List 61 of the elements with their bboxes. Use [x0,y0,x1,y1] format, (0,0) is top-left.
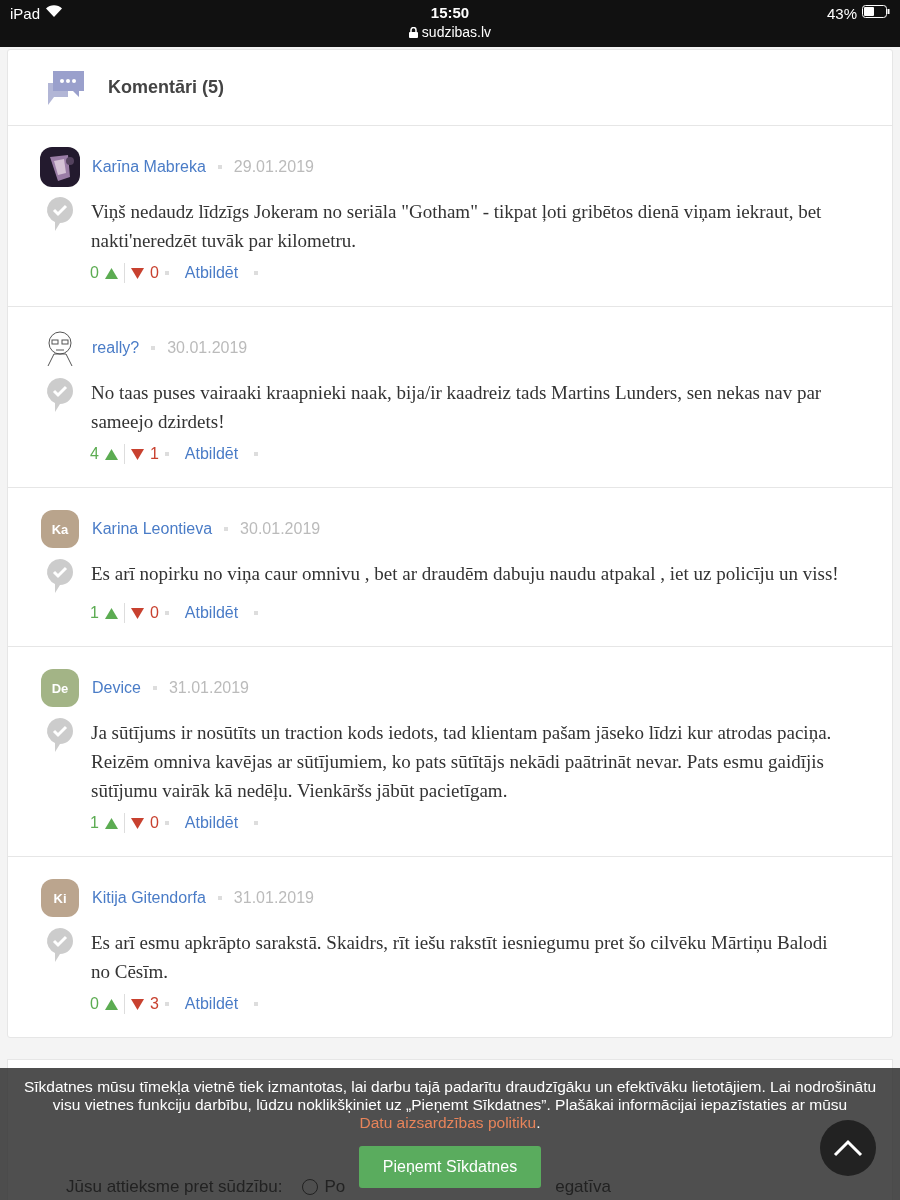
comments-title: Komentāri (5) [108,77,224,98]
upvote-count[interactable]: 0 [90,264,99,282]
upvote-count[interactable]: 1 [90,814,99,832]
down-arrow-icon[interactable] [130,448,144,460]
comment-date: 30.01.2019 [240,520,321,538]
reply-link[interactable]: Atbildēt [184,445,239,463]
up-arrow-icon[interactable] [104,817,118,829]
check-bubble-icon [45,197,75,233]
author-link[interactable]: really? [92,339,140,357]
battery-percent: 43% [826,5,857,22]
author-link[interactable]: Kitija Gitendorfa [92,889,206,907]
comment-text: Viņš nedaudz līdzīgs Jokeram no seriāla "Gotham" - tikpat ļoti gribētos dienā viņam iekraut, bet nakti'neredzēt tuvāk par kilometru. [91,200,823,253]
downvote-count[interactable]: 1 [149,445,159,463]
upvote-count[interactable]: 4 [90,445,99,463]
comment-date: 30.01.2019 [167,339,248,357]
accept-cookies-button[interactable]: Pieņemt Sīkdatnes [358,1146,542,1188]
comment-text: Es arī esmu apkrāpto sarakstā. Skaidrs, rīt iešu rakstīt iesniegumu pret šo cilvēku Mārtiņu Balodi no Cēsīm. [91,931,829,984]
down-arrow-icon[interactable] [130,817,144,829]
down-arrow-icon[interactable] [130,267,144,279]
check-bubble-icon [45,718,75,754]
comment-date: 31.01.2019 [168,679,249,697]
cookie-notice: Sīkdatnes mūsu tīmekļa vietnē tiek izmantotas, lai darbu tajā padarītu draudzīgāku un efektīvāku lietotājiem. Lai nodrošinātu visu vietnes funkciju darbību, lūdzu noklikšķiniet uz „Pieņemt Sīkdatnes”. Plašākai informācijai iepazīstaties ar mūsu Datu aizsardzības politiku. [22,1078,878,1132]
comment-text: Es arī nopirku no viņa caur omnivu , bet ar draudēm dabuju naudu atpakal , iet uz policīju un viss! [91,562,840,586]
avatar: Ka [41,510,79,548]
device-name: iPad [10,5,41,22]
up-arrow-icon[interactable] [104,448,118,460]
upvote-count[interactable]: 1 [90,604,99,622]
lock-icon [408,26,418,38]
down-arrow-icon[interactable] [130,607,144,619]
check-bubble-icon [45,559,75,595]
battery-icon [862,5,890,18]
check-bubble-icon [45,378,75,414]
up-arrow-icon[interactable] [104,607,118,619]
reply-link[interactable]: Atbildēt [184,264,239,282]
downvote-count[interactable]: 0 [149,264,159,282]
author-link[interactable]: Device [92,679,141,697]
privacy-policy-link[interactable]: Datu aizsardzības politiku [359,1114,537,1131]
chat-bubbles-icon [48,70,84,105]
comment-date: 29.01.2019 [233,158,314,176]
comment-text: No taas puses vairaaki kraapnieki naak, bija/ir kaadreiz tads Martins Lunders, sen nekas nav par sameejo dzirdets! [91,381,823,434]
wifi-icon [46,5,63,17]
avatar: Ki [41,879,79,917]
author-link[interactable]: Karina Leontieva [92,520,213,538]
reply-link[interactable]: Atbildēt [184,604,239,622]
down-arrow-icon[interactable] [130,998,144,1010]
avatar: De [41,669,79,707]
author-link[interactable]: Karīna Mabreka [92,158,206,176]
comment-text: Ja sūtījums ir nosūtīts un traction kods iedots, tad klientam pašam jāseko līdzi kur atrodas paciņa. Reizēm omniva kavējas ar sūtījumiem, ko pats sūtītājs nekādi paātrināt nevar. Pats esmu gaidījis sūtījumu vairāk kā nedēļu. Vienkāršs jābūt pacietīgam. [91,721,833,803]
downvote-count[interactable]: 3 [149,995,159,1013]
upvote-count[interactable]: 0 [90,995,99,1013]
up-arrow-icon[interactable] [104,998,118,1010]
clock: 15:50 [430,4,470,21]
check-bubble-icon [45,928,75,964]
reply-link[interactable]: Atbildēt [184,814,239,832]
downvote-count[interactable]: 0 [149,814,159,832]
reply-link[interactable]: Atbildēt [184,995,239,1013]
comment-date: 31.01.2019 [233,889,314,907]
address-bar[interactable]: sudzibas.lv [408,24,492,40]
downvote-count[interactable]: 0 [149,604,159,622]
chevron-up-icon [833,1139,863,1157]
up-arrow-icon[interactable] [104,267,118,279]
